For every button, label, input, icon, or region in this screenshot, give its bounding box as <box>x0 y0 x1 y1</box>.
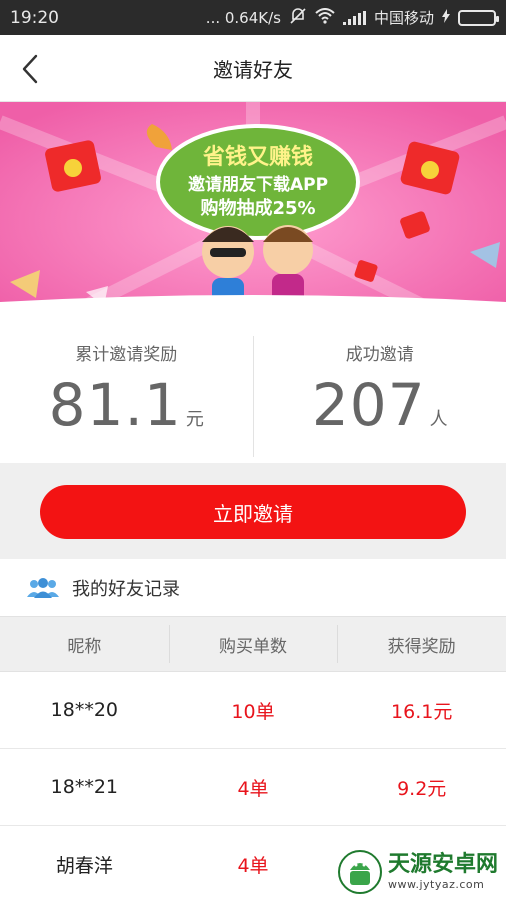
banner-line1: 邀请朋友下载APP <box>188 174 328 195</box>
back-button[interactable] <box>12 49 48 89</box>
charging-icon <box>442 8 450 27</box>
row-orders: 10单 <box>231 700 275 723</box>
column-header-reward: 获得奖励 <box>337 617 506 671</box>
chevron-left-icon <box>22 54 38 84</box>
column-header-nickname: 昵称 <box>67 636 102 657</box>
battery-icon <box>458 9 499 26</box>
row-reward: 16.1元 <box>391 700 453 723</box>
row-nickname: 18**20 <box>50 699 119 721</box>
site-watermark: 天源安卓网 www.jytyaz.com <box>337 850 498 894</box>
status-right-group: ... 0.64K/s 中国移动 <box>205 7 499 29</box>
signal-icon <box>342 10 366 25</box>
mute-icon <box>289 7 307 29</box>
promo-banner[interactable]: 省钱又赚钱 邀请朋友下载APP 购物抽成25% <box>0 102 506 319</box>
row-nickname: 18**21 <box>50 776 119 798</box>
friends-group-icon <box>27 577 59 598</box>
watermark-url: www.jytyaz.com <box>387 878 485 891</box>
row-orders: 4单 <box>237 777 269 800</box>
reward-unit: 元 <box>185 409 204 430</box>
carrier-name: 中国移动 <box>373 9 434 27</box>
row-nickname: 胡春洋 <box>55 854 113 877</box>
friend-records-header: 我的好友记录 <box>0 559 506 616</box>
banner-headline: 省钱又赚钱 <box>202 144 313 170</box>
table-row: 18**20 10单 16.1元 <box>0 672 506 749</box>
invites-unit: 人 <box>429 409 448 430</box>
reward-value: 81.1 <box>48 371 182 439</box>
watermark-title: 天源安卓网 <box>387 852 498 877</box>
friend-records-title: 我的好友记录 <box>72 578 180 600</box>
invite-stats: 累计邀请奖励 81.1 元 成功邀请 207 人 <box>0 330 506 463</box>
table-row: 18**21 4单 9.2元 <box>0 749 506 826</box>
records-table-header: 昵称 购买单数 获得奖励 <box>0 616 506 672</box>
invites-stat: 成功邀请 207 人 <box>254 330 506 463</box>
column-header-orders: 购买单数 <box>168 617 338 671</box>
status-time: 19:20 <box>10 7 59 28</box>
network-speed: ... 0.64K/s <box>205 8 281 27</box>
invites-value: 207 <box>311 371 426 439</box>
status-bar: 19:20 ... 0.64K/s 中国移动 <box>0 0 506 35</box>
row-reward: 9.2元 <box>397 777 447 800</box>
reward-label: 累计邀请奖励 <box>75 345 178 365</box>
page-title: 邀请好友 <box>213 57 293 82</box>
android-logo-icon <box>337 850 382 894</box>
invite-now-button[interactable]: 立即邀请 <box>40 485 466 539</box>
row-orders: 4单 <box>237 854 269 877</box>
nav-bar: 邀请好友 <box>0 35 506 102</box>
wifi-icon <box>315 7 335 28</box>
invites-label: 成功邀请 <box>345 345 414 365</box>
reward-stat: 累计邀请奖励 81.1 元 <box>0 330 253 463</box>
banner-line2: 购物抽成25% <box>200 197 315 219</box>
